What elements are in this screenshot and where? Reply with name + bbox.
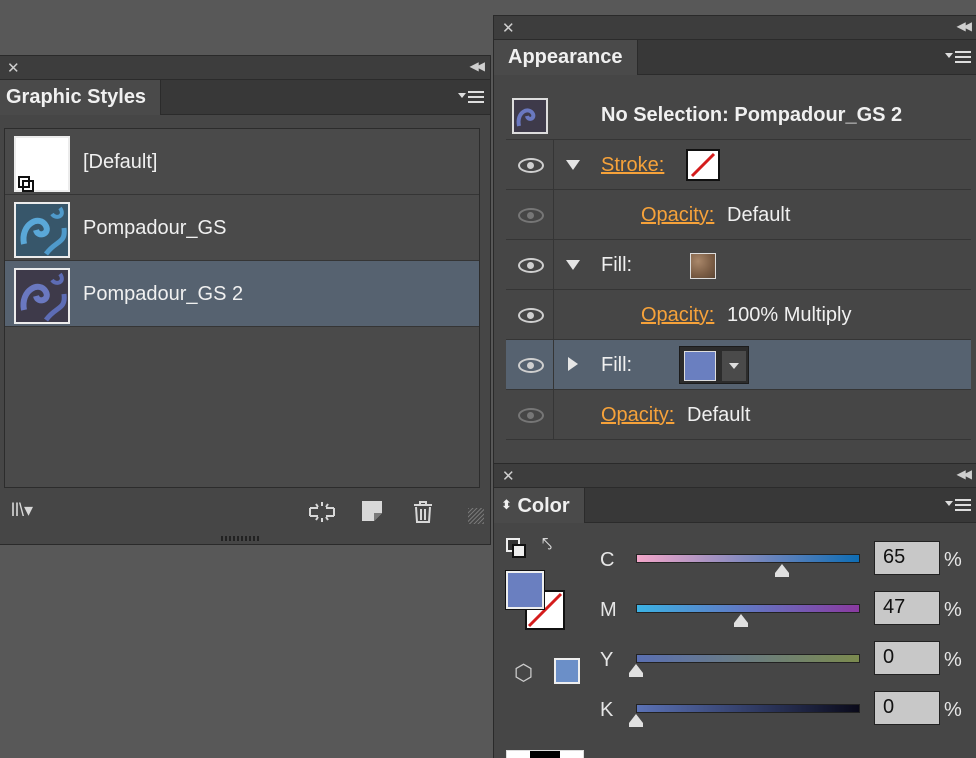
color-panel: ✕ ◀◀ ⬍ Color ⤣ ⬡ C 65 % M 47 % Y 0 % K 0… <box>493 463 976 758</box>
style-name: Pompadour_GS <box>83 217 227 239</box>
styles-list: [Default] Pompadour_GS Pompadour_GS 2 <box>4 128 480 488</box>
fill-label: Fill: <box>601 354 633 376</box>
percent-unit: % <box>944 649 962 671</box>
color-spectrum-ramp[interactable] <box>506 750 584 758</box>
yellow-label: Y <box>600 649 614 671</box>
tab-color[interactable]: ⬍ Color <box>494 488 585 523</box>
collapse-triangle-icon[interactable] <box>568 357 578 371</box>
new-style-icon[interactable] <box>361 500 383 528</box>
opacity-value: Default <box>727 204 791 226</box>
black-value-input[interactable]: 0 <box>874 691 940 725</box>
yellow-slider-thumb[interactable] <box>629 664 643 677</box>
stroke-label[interactable]: Stroke: <box>601 140 664 190</box>
panel-bottom-bar: ll\▾ <box>0 490 490 530</box>
stroke-opacity-row[interactable]: Opacity: Default <box>506 190 971 240</box>
tab-toggle-icon: ⬍ <box>501 497 512 512</box>
graphic-styles-panel: ✕ ◀◀ Graphic Styles [Default] Pompadour_… <box>0 55 491 545</box>
black-label: K <box>600 699 614 721</box>
expand-triangle-icon[interactable] <box>566 260 580 270</box>
visibility-eye-icon[interactable] <box>518 358 544 373</box>
selection-thumbnail <box>512 98 548 134</box>
chevron-down-icon <box>722 351 746 381</box>
tab-row: Graphic Styles <box>0 80 490 115</box>
cyan-label: C <box>600 549 615 571</box>
percent-unit: % <box>944 599 962 621</box>
black-slider-thumb[interactable] <box>629 714 643 727</box>
visibility-eye-icon[interactable] <box>518 208 544 223</box>
close-icon[interactable]: ✕ <box>502 467 515 485</box>
expand-triangle-icon[interactable] <box>566 160 580 170</box>
stroke-swatch[interactable] <box>686 149 720 181</box>
panel-titlebar: ✕ ◀◀ <box>0 56 490 80</box>
opacity-label[interactable]: Opacity: <box>601 390 674 440</box>
percent-unit: % <box>944 549 962 571</box>
object-opacity-row[interactable]: Opacity: Default <box>506 390 971 440</box>
default-style-thumbnail <box>14 136 70 192</box>
panel-menu-icon[interactable] <box>458 89 484 105</box>
yellow-slider[interactable] <box>636 654 860 663</box>
style-name: Pompadour_GS 2 <box>83 283 244 305</box>
collapse-icon[interactable]: ◀◀ <box>957 19 973 33</box>
fill-swatch[interactable] <box>505 570 545 610</box>
pompadour-2-style-thumbnail <box>14 268 70 324</box>
cyan-value-input[interactable]: 65 <box>874 541 940 575</box>
magenta-slider-thumb[interactable] <box>734 614 748 627</box>
magenta-label: M <box>600 599 617 621</box>
fill-opacity-row[interactable]: Opacity: 100% Multiply <box>506 290 971 340</box>
close-icon[interactable]: ✕ <box>502 19 515 37</box>
tab-color-label: Color <box>517 495 570 517</box>
break-link-icon[interactable] <box>307 500 337 530</box>
fill-blue-swatch <box>684 351 716 381</box>
cyan-slider[interactable] <box>636 554 860 563</box>
pompadour-style-thumbnail <box>14 202 70 258</box>
visibility-eye-icon[interactable] <box>518 158 544 173</box>
fill-color-dropdown[interactable] <box>679 346 749 384</box>
fill-texture-swatch[interactable] <box>690 253 716 279</box>
visibility-eye-icon[interactable] <box>518 308 544 323</box>
web-safe-color-swatch[interactable] <box>554 658 580 684</box>
collapse-icon[interactable]: ◀◀ <box>957 467 973 481</box>
percent-unit: % <box>944 699 962 721</box>
stroke-row[interactable]: Stroke: <box>506 140 971 190</box>
style-name: [Default] <box>83 151 158 173</box>
resize-handle[interactable] <box>468 508 484 524</box>
tab-appearance[interactable]: Appearance <box>494 40 638 75</box>
trash-icon[interactable] <box>412 500 434 530</box>
fill-row-blue[interactable]: Fill: <box>506 340 971 390</box>
style-item-pompadour-gs[interactable]: Pompadour_GS <box>5 195 479 261</box>
opacity-label[interactable]: Opacity: <box>641 190 714 240</box>
fill-row-texture[interactable]: Fill: <box>506 240 971 290</box>
collapse-icon[interactable]: ◀◀ <box>470 59 486 73</box>
panel-menu-icon[interactable] <box>945 49 971 65</box>
magenta-slider[interactable] <box>636 604 860 613</box>
tab-graphic-styles[interactable]: Graphic Styles <box>0 80 162 115</box>
panel-menu-icon[interactable] <box>945 497 971 513</box>
cyan-slider-thumb[interactable] <box>775 564 789 577</box>
opacity-value: Default <box>687 404 751 426</box>
tab-row: ⬍ Color <box>494 488 976 523</box>
yellow-value-input[interactable]: 0 <box>874 641 940 675</box>
opacity-label[interactable]: Opacity: <box>641 290 714 340</box>
opacity-value: 100% Multiply <box>727 304 852 326</box>
visibility-eye-icon[interactable] <box>518 408 544 423</box>
black-slider[interactable] <box>636 704 860 713</box>
panel-titlebar: ✕ ◀◀ <box>494 16 976 40</box>
style-item-default[interactable]: [Default] <box>5 129 479 195</box>
out-of-gamut-cube-icon[interactable]: ⬡ <box>514 660 533 686</box>
swap-fill-stroke-icon[interactable]: ⤣ <box>542 534 552 555</box>
panel-titlebar: ✕ ◀◀ <box>494 464 976 488</box>
close-icon[interactable]: ✕ <box>7 59 20 77</box>
tab-row: Appearance <box>494 40 976 75</box>
appearance-panel: ✕ ◀◀ Appearance No Selection: Pompadour_… <box>493 15 976 465</box>
appearance-header-row: No Selection: Pompadour_GS 2 <box>506 90 971 140</box>
panel-grip[interactable] <box>221 536 261 541</box>
fill-label: Fill: <box>601 254 633 276</box>
library-menu-icon[interactable]: ll\▾ <box>11 500 33 521</box>
visibility-eye-icon[interactable] <box>518 258 544 273</box>
style-item-pompadour-gs-2[interactable]: Pompadour_GS 2 <box>5 261 479 327</box>
appearance-header-text: No Selection: Pompadour_GS 2 <box>601 104 903 126</box>
default-fill-stroke-icon[interactable] <box>506 538 528 560</box>
magenta-value-input[interactable]: 47 <box>874 591 940 625</box>
